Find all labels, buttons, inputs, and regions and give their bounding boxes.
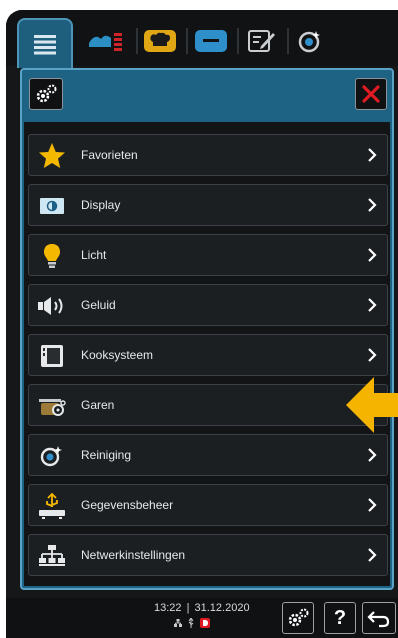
device-screen: Favorieten Display Licht Geluid Kooksyst… (6, 10, 398, 638)
menu-item-licht[interactable]: Licht (28, 234, 388, 276)
menu-item-geluid[interactable]: Geluid (28, 284, 388, 326)
cooking-system-icon (37, 342, 67, 370)
menu-item-label: Garen (81, 398, 115, 412)
chevron-right-icon (368, 148, 377, 162)
programs-icon (195, 30, 227, 52)
status-footer: 13:22 | 31.12.2020 ? (6, 598, 398, 638)
menu-item-favorieten[interactable]: Favorieten (28, 134, 388, 176)
gears-icon (288, 608, 309, 627)
menu-item-gegevensbeheer[interactable]: Gegevensbeheer (28, 484, 388, 526)
gears-icon (36, 84, 57, 103)
usb-status-icon (188, 618, 194, 628)
settings-button[interactable] (29, 78, 63, 110)
tab-separator (186, 28, 188, 54)
menu-item-netwerkinstellingen[interactable]: Netwerkinstellingen (28, 534, 388, 576)
pointer-arrow-icon (346, 377, 398, 433)
help-button[interactable]: ? (324, 602, 356, 634)
menu-item-reiniging[interactable]: Reiniging (28, 434, 388, 476)
chevron-right-icon (368, 348, 377, 362)
tab-cleaning[interactable] (293, 26, 329, 56)
menu-item-label: Reiniging (81, 448, 132, 462)
tab-separator (237, 28, 239, 54)
close-icon (362, 85, 380, 103)
menu-item-label: Netwerkinstellingen (81, 548, 186, 562)
d-status-icon (200, 618, 210, 628)
chevron-right-icon (368, 298, 377, 312)
menu-item-label: Kooksysteem (81, 348, 154, 362)
chevron-right-icon (368, 448, 377, 462)
menu-item-display[interactable]: Display (28, 184, 388, 226)
chef-hat-icon (144, 30, 176, 52)
tab-bar (6, 10, 398, 68)
status-icons (174, 618, 210, 628)
pot-gear-icon (37, 392, 67, 420)
settings-panel: Favorieten Display Licht Geluid Kooksyst… (20, 68, 394, 590)
display-icon (37, 192, 67, 220)
speaker-icon (37, 292, 67, 320)
clock-separator: | (186, 602, 190, 614)
menu-item-garen[interactable]: Garen (28, 384, 388, 426)
clock-time: 13:22 (154, 602, 182, 614)
chevron-right-icon (368, 248, 377, 262)
close-button[interactable] (355, 78, 387, 110)
footer-settings-button[interactable] (282, 602, 314, 634)
menu-item-label: Licht (81, 248, 107, 262)
tab-cooking-paths[interactable] (84, 26, 130, 56)
tab-chef[interactable] (140, 26, 180, 56)
tab-separator (136, 28, 138, 54)
network-icon (37, 542, 67, 570)
settings-list: Favorieten Display Licht Geluid Kooksyst… (24, 122, 390, 586)
chevron-right-icon (368, 498, 377, 512)
cleaning-icon (37, 442, 67, 470)
bulb-icon (37, 242, 67, 270)
datetime-readout: 13:22 | 31.12.2020 (154, 602, 250, 614)
chevron-right-icon (368, 198, 377, 212)
back-button[interactable] (362, 602, 396, 634)
edit-list-icon (248, 30, 275, 52)
usb-data-icon (37, 492, 67, 520)
menu-item-label: Display (81, 198, 121, 212)
tab-menu[interactable] (17, 18, 73, 68)
menu-item-label: Gegevensbeheer (81, 498, 174, 512)
cooking-paths-icon (89, 33, 122, 51)
menu-item-label: Favorieten (81, 148, 138, 162)
tab-edit[interactable] (244, 26, 280, 56)
clock-date: 31.12.2020 (194, 602, 250, 614)
help-label: ? (333, 606, 347, 629)
star-icon (37, 142, 67, 170)
cleaning-icon (298, 31, 320, 53)
tab-programs[interactable] (191, 26, 231, 56)
menu-item-kooksysteem[interactable]: Kooksysteem (28, 334, 388, 376)
tab-separator (287, 28, 289, 54)
back-arrow-icon (367, 611, 390, 628)
menu-icon (34, 35, 56, 55)
panel-header (22, 70, 392, 122)
menu-item-label: Geluid (81, 298, 116, 312)
network-status-icon (174, 618, 182, 627)
chevron-right-icon (368, 548, 377, 562)
